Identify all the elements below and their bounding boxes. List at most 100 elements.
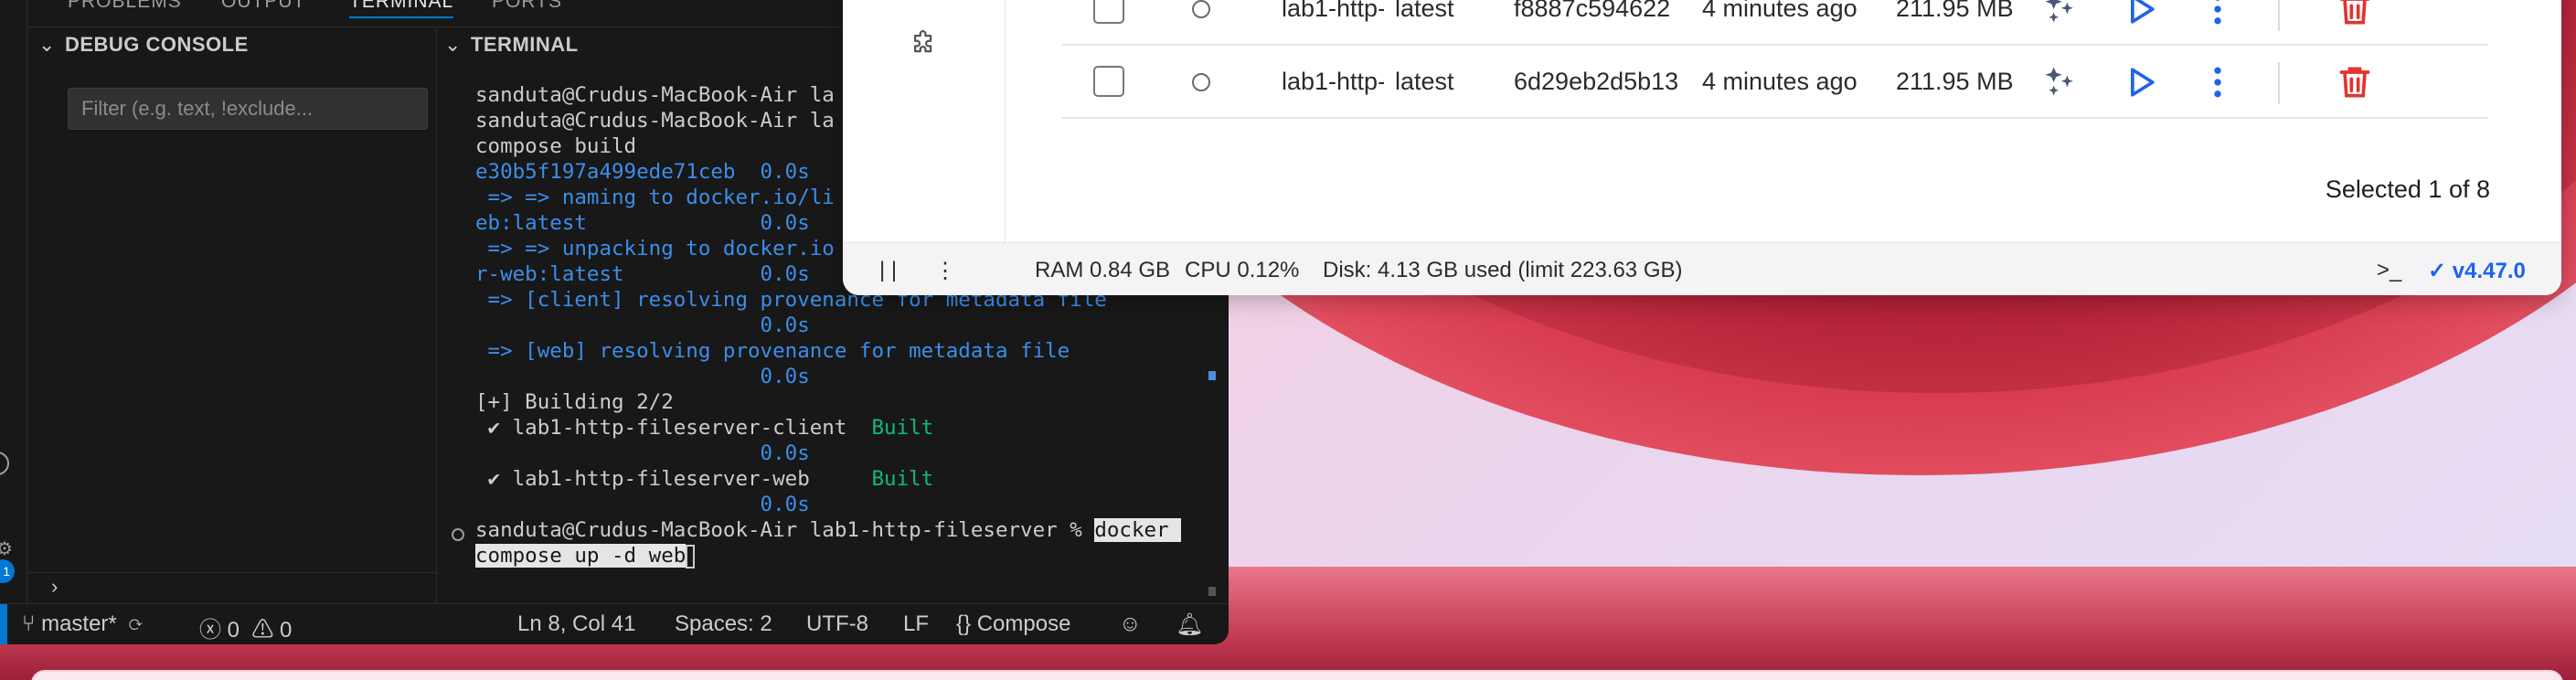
terminal-prompt-line: compose up -d web	[475, 543, 1207, 568]
table-row[interactable]: lab1-http-fileserver-client latest f8887c5…	[1062, 0, 2488, 46]
debug-filter-input[interactable]: Filter (e.g. text, !exclude...	[68, 88, 428, 130]
remote-indicator[interactable]	[0, 604, 7, 644]
image-name[interactable]: lab1-http-fileserver-web	[1282, 68, 1384, 96]
tab-terminal[interactable]: TERMINAL	[349, 0, 454, 18]
extensions-puzzle-icon[interactable]	[909, 29, 940, 60]
image-size: 211.95 MB	[1896, 68, 2014, 95]
docker-sidebar	[843, 0, 1006, 242]
scrollbar-marker	[1208, 371, 1216, 380]
source-control-icon: ⑂	[22, 611, 36, 636]
error-icon: ⓧ	[199, 618, 221, 643]
accounts-icon[interactable]	[0, 452, 9, 475]
trash-delete-icon[interactable]	[2335, 62, 2375, 102]
command-text: docker	[1094, 518, 1182, 542]
divider	[2278, 62, 2280, 104]
image-id: f8887c594622	[1514, 0, 1671, 22]
warning-count: 0	[280, 618, 293, 643]
chevron-down-icon: ⌄	[444, 33, 462, 56]
tab-output[interactable]: OUTPUT	[221, 0, 305, 13]
terminal-line-text: sanduta@Crudus-MacBook-Air la	[475, 83, 835, 107]
trash-delete-icon[interactable]	[2335, 0, 2375, 29]
terminal-line-text: compose build	[475, 134, 637, 158]
kebab-menu-icon[interactable]	[2198, 62, 2238, 102]
docker-desktop-window: lab1-http-fileserver-client latest f8887c5…	[843, 0, 2561, 295]
braces-icon: {}	[956, 611, 977, 636]
run-play-icon[interactable]	[2121, 0, 2161, 29]
language-mode[interactable]: {} Compose	[956, 611, 1070, 637]
status-unused-icon	[1192, 0, 1210, 18]
chevron-right-icon[interactable]: ›	[51, 575, 58, 599]
image-size: 211.95 MB	[1896, 0, 2014, 22]
version-status[interactable]: ✓ v4.47.0	[2428, 258, 2526, 284]
terminal-header[interactable]: ⌄ TERMINAL	[444, 33, 579, 57]
kebab-menu-icon[interactable]	[2198, 0, 2238, 29]
indentation[interactable]: Spaces: 2	[675, 611, 772, 637]
cpu-usage: CPU 0.12%	[1185, 258, 1300, 282]
build-status: Built	[871, 416, 934, 440]
terminal-line-text: => => unpacking to docker.io	[475, 237, 835, 260]
docker-version: v4.47.0	[2452, 259, 2526, 283]
command-decoration-icon[interactable]	[452, 528, 464, 541]
activity-bar: ⚙ 1	[0, 0, 27, 603]
end-of-line[interactable]: LF	[903, 611, 929, 637]
terminal-line-text: => => naming to docker.io/li	[475, 186, 835, 209]
debug-console-title: DEBUG CONSOLE	[64, 33, 249, 56]
image-created: 4 minutes ago	[1702, 0, 1857, 22]
image-name[interactable]: lab1-http-fileserver-client	[1282, 0, 1384, 23]
tab-problems[interactable]: PROBLEMS	[68, 0, 182, 13]
terminal-line-text: 0.0s	[475, 441, 810, 465]
terminal-line: ✔ lab1-http-fileserver-web Built	[475, 466, 1207, 492]
debug-console-panel: ⌄ DEBUG CONSOLE Filter (e.g. text, !exclu…	[27, 27, 437, 603]
cursor-position[interactable]: Ln 8, Col 41	[517, 611, 635, 637]
docker-footer: | | ⋮ RAM 0.84 GB CPU 0.12% Disk: 4.13 G…	[843, 242, 2561, 295]
sidebar-toggle-icon[interactable]: | |	[879, 258, 897, 283]
terminal-line-text: => [web] resolving provenance for metada…	[475, 339, 1070, 363]
table-row[interactable]: lab1-http-fileserver-web latest 6d29eb2d5b…	[1062, 46, 2488, 119]
ram-usage: RAM 0.84 GB	[1035, 258, 1171, 282]
terminal-line: [+] Building 2/2	[475, 389, 1207, 415]
status-unused-icon	[1192, 73, 1210, 91]
terminal-line: 0.0s	[475, 441, 1207, 466]
terminal-line: 0.0s	[475, 313, 1207, 338]
image-id: 6d29eb2d5b13	[1514, 68, 1679, 95]
terminal-line-text: [+] Building 2/2	[475, 390, 674, 414]
more-options-icon[interactable]: ⋮	[934, 258, 956, 284]
command-text: compose up -d web	[475, 544, 687, 568]
problems-status[interactable]: ⓧ 0 ⚠ 0	[199, 611, 292, 643]
check-icon: ✓	[2428, 259, 2453, 283]
image-created: 4 minutes ago	[1702, 68, 1857, 95]
terminal-line-text: r-web:latest 0.0s	[475, 262, 810, 286]
tab-ports[interactable]: PORTS	[492, 0, 562, 13]
docker-main: lab1-http-fileserver-client latest f8887c5…	[1006, 0, 2561, 242]
scrollbar-marker	[1208, 587, 1216, 596]
terminal-line-text: sanduta@Crudus-MacBook-Air la	[475, 109, 835, 133]
image-tag: latest	[1395, 0, 1454, 22]
manage-gear-icon[interactable]: ⚙	[0, 537, 13, 560]
terminal-line: 0.0s	[475, 364, 1207, 389]
git-branch[interactable]: ⑂ master* ⟳	[22, 611, 143, 637]
notification-badge: 1	[0, 559, 15, 583]
image-tag: latest	[1395, 68, 1454, 95]
terminal-line-text: 0.0s	[475, 365, 810, 388]
row-checkbox[interactable]	[1093, 0, 1124, 24]
terminal-line: ✔ lab1-http-fileserver-client Built	[475, 415, 1207, 441]
build-status: Built	[871, 467, 934, 491]
terminal-prompt-icon[interactable]: >_	[2377, 258, 2401, 283]
terminal-line-text: eb:latest 0.0s	[475, 211, 810, 235]
encoding[interactable]: UTF-8	[806, 611, 868, 637]
terminal-prompt-line: sanduta@Crudus-MacBook-Air lab1-http-fil…	[475, 517, 1207, 543]
row-checkbox[interactable]	[1093, 66, 1124, 97]
prompt: sanduta@Crudus-MacBook-Air lab1-http-fil…	[475, 518, 1095, 542]
debug-console-header[interactable]: ⌄ DEBUG CONSOLE	[38, 33, 249, 57]
branch-name: master*	[41, 611, 117, 636]
language-name: Compose	[976, 611, 1071, 636]
terminal-line: 0.0s	[475, 492, 1207, 517]
divider	[2278, 0, 2280, 31]
run-play-icon[interactable]	[2121, 62, 2161, 102]
scout-sparkle-icon[interactable]	[2040, 0, 2081, 29]
scout-sparkle-icon[interactable]	[2040, 62, 2081, 102]
bell-icon[interactable]: 🔔︎	[1176, 611, 1203, 638]
copilot-icon[interactable]: ☺	[1119, 611, 1142, 637]
sync-icon[interactable]: ⟳	[122, 611, 142, 636]
disk-usage: Disk: 4.13 GB used (limit 223.63 GB)	[1323, 258, 1683, 282]
